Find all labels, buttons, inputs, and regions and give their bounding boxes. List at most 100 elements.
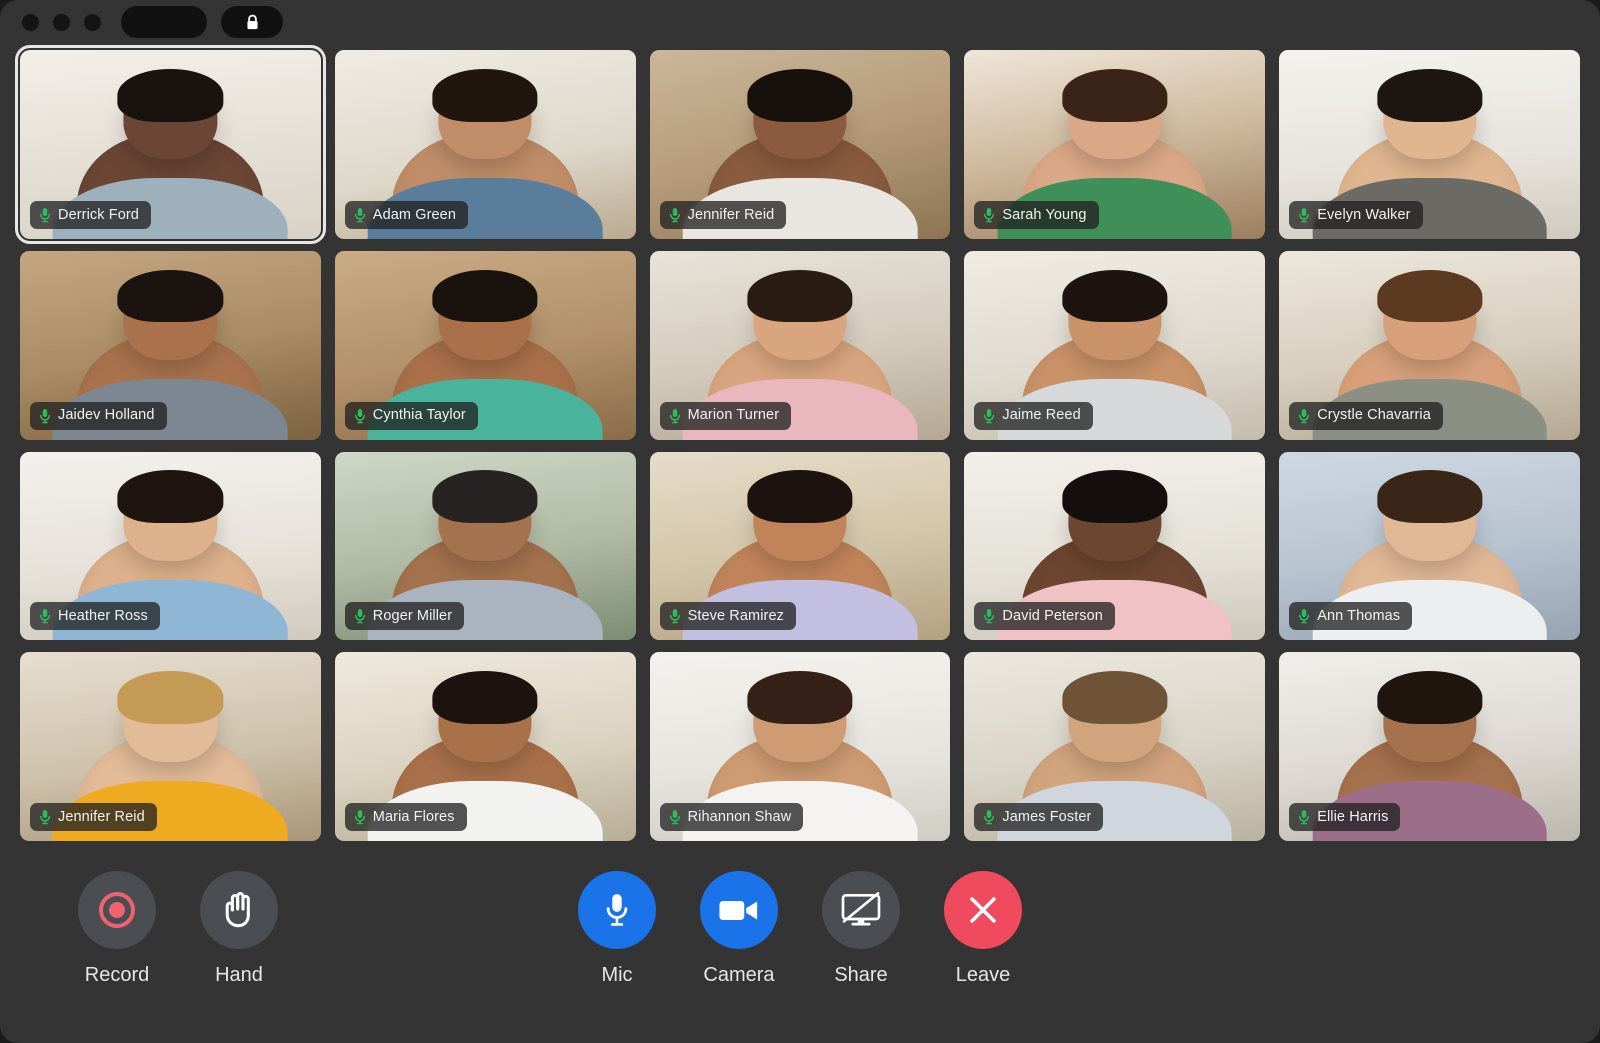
minimize-window-button[interactable] — [53, 13, 70, 31]
participant-hair — [747, 671, 853, 724]
camera-button[interactable]: Camera — [696, 871, 782, 985]
participant-name-badge: Sarah Young — [974, 200, 1099, 229]
mic-on-icon — [669, 609, 680, 624]
participant-hair — [1376, 470, 1483, 524]
leave-button[interactable]: Leave — [940, 871, 1026, 985]
mic-on-icon — [39, 207, 51, 222]
maximize-window-button[interactable] — [84, 13, 101, 31]
participant-name-badge: James Foster — [974, 803, 1104, 831]
titlebar-lock-pill[interactable] — [221, 6, 283, 38]
participant-tile[interactable]: Steve Ramirez — [649, 451, 951, 641]
participant-tile[interactable]: Jaime Reed — [964, 250, 1266, 440]
mic-button[interactable]: Mic — [574, 871, 660, 985]
mic-on-icon — [984, 810, 995, 825]
participant-name-badge: David Peterson — [974, 602, 1115, 631]
participant-tile[interactable]: Sarah Young — [964, 50, 1266, 239]
participant-name-badge: Cynthia Taylor — [344, 401, 478, 430]
mic-on-icon — [1299, 408, 1310, 423]
lock-icon — [246, 14, 258, 29]
participant-tile[interactable]: Cynthia Taylor — [334, 250, 636, 440]
mic-on-icon — [669, 810, 680, 825]
participant-name-badge: Jaime Reed — [974, 401, 1093, 430]
camera-button-label: Camera — [703, 964, 775, 986]
participant-name: Derrick Ford — [58, 207, 139, 222]
participant-name: Steve Ramirez — [687, 609, 784, 624]
participant-hair — [432, 671, 538, 724]
participant-tile[interactable]: Crystle Chavarria — [1279, 250, 1580, 440]
mic-on-icon — [354, 810, 365, 825]
participant-name: Marion Turner — [687, 408, 780, 423]
mic-on-icon — [354, 609, 365, 624]
participant-name-badge: Roger Miller — [344, 602, 465, 631]
microphone-icon — [606, 894, 628, 926]
secondary-controls: Record Hand — [74, 871, 282, 985]
participant-name: Maria Flores — [372, 809, 455, 825]
participant-tile[interactable]: Evelyn Walker — [1279, 50, 1580, 239]
participant-grid: Derrick Ford Adam Green Jennifer Reid Sarah… — [15, 45, 1580, 841]
mic-on-icon — [1299, 609, 1310, 624]
participant-tile[interactable]: Rihannon Shaw — [649, 652, 951, 841]
screen-share-off-icon — [841, 892, 881, 926]
participant-name: Heather Ross — [58, 609, 148, 624]
participant-name-badge: Adam Green — [344, 200, 469, 229]
participant-tile[interactable]: Maria Flores — [334, 652, 636, 841]
hand-button-label: Hand — [215, 964, 263, 986]
participant-name: Sarah Young — [1002, 207, 1087, 222]
close-window-button[interactable] — [22, 13, 39, 31]
participant-hair — [1376, 671, 1483, 724]
participant-tile[interactable]: David Peterson — [964, 451, 1266, 641]
traffic-light-buttons — [22, 13, 107, 31]
mic-on-icon — [984, 408, 995, 423]
participant-name-badge: Evelyn Walker — [1289, 200, 1423, 229]
mic-button-label: Mic — [601, 964, 633, 986]
participant-name-badge: Crystle Chavarria — [1289, 401, 1443, 430]
participant-name: James Foster — [1002, 809, 1092, 825]
mic-on-icon — [39, 408, 51, 423]
participant-tile[interactable]: Jennifer Reid — [649, 50, 951, 239]
leave-button-label: Leave — [955, 964, 1011, 986]
participant-name: Evelyn Walker — [1317, 207, 1411, 222]
mic-button-circle — [578, 871, 656, 949]
camera-button-circle — [700, 871, 778, 949]
participant-tile[interactable]: James Foster — [964, 652, 1266, 841]
participant-tile[interactable]: Adam Green — [334, 50, 636, 239]
participant-hair — [1062, 671, 1168, 724]
participant-hair — [432, 269, 538, 323]
record-button[interactable]: Record — [74, 871, 160, 985]
participant-name: Roger Miller — [372, 609, 453, 624]
share-button[interactable]: Share — [818, 871, 904, 985]
participant-name-badge: Heather Ross — [30, 602, 160, 631]
participant-name-badge: Marion Turner — [659, 401, 792, 430]
mic-on-icon — [984, 609, 995, 624]
participant-tile[interactable]: Roger Miller — [334, 451, 636, 641]
participant-tile[interactable]: Derrick Ford — [15, 45, 326, 244]
participant-tile[interactable]: Heather Ross — [20, 451, 321, 641]
participant-hair — [1062, 470, 1168, 524]
mic-on-icon — [354, 408, 365, 423]
share-button-label: Share — [834, 964, 888, 986]
participant-name: Ellie Harris — [1317, 809, 1389, 825]
participant-name-badge: Jennifer Reid — [30, 803, 157, 831]
participant-tile[interactable]: Ann Thomas — [1279, 451, 1580, 641]
mic-on-icon — [669, 408, 680, 423]
participant-tile[interactable]: Ellie Harris — [1279, 652, 1580, 841]
mic-on-icon — [1299, 207, 1310, 222]
participant-name-badge: Jennifer Reid — [659, 200, 787, 229]
participant-name-badge: Steve Ramirez — [659, 602, 796, 631]
participant-name: Jaime Reed — [1002, 408, 1081, 423]
window-titlebar — [0, 0, 1600, 44]
participant-name: Jennifer Reid — [687, 207, 775, 222]
participant-tile[interactable]: Marion Turner — [649, 250, 951, 440]
hand-button[interactable]: Hand — [196, 871, 282, 985]
participant-hair — [117, 269, 224, 323]
mic-on-icon — [1299, 810, 1310, 825]
participant-name-badge: Maria Flores — [344, 803, 467, 831]
participant-tile[interactable]: Jaidev Holland — [20, 250, 321, 440]
participant-name: Crystle Chavarria — [1317, 408, 1431, 423]
participant-name-badge: Ann Thomas — [1289, 602, 1413, 631]
participant-name: Cynthia Taylor — [372, 408, 466, 423]
titlebar-pill[interactable] — [121, 6, 207, 38]
record-button-label: Record — [84, 964, 150, 986]
participant-tile[interactable]: Jennifer Reid — [20, 652, 321, 841]
record-button-circle — [78, 871, 156, 949]
